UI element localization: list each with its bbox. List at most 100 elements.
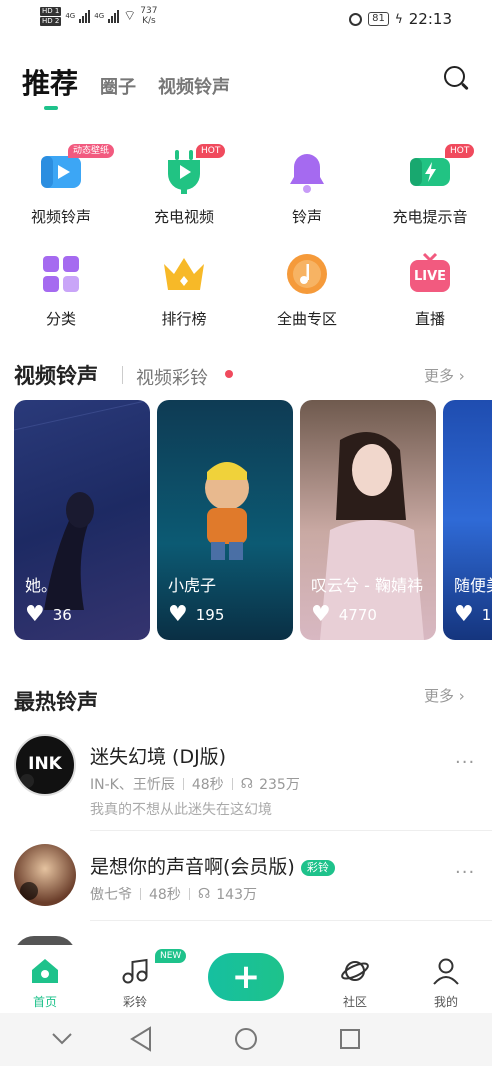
song-plays: 235万 — [259, 777, 300, 793]
signal-icon — [79, 9, 91, 23]
planet-icon — [341, 961, 369, 981]
card-likes: ♥ 1 — [454, 602, 492, 627]
grid-label: 直播 — [414, 310, 445, 328]
hd-indicator: HD 1 HD 2 — [40, 6, 62, 26]
grid-full-songs[interactable]: 全曲专区 — [252, 250, 362, 329]
card-caption: 随便美 — [454, 576, 492, 595]
song-cover: INK — [14, 734, 76, 796]
song-duration: 48秒 — [149, 887, 181, 903]
nav-mine[interactable]: 我的 — [416, 957, 476, 1010]
grid-charging-sound[interactable]: HOT 充电提示音 — [375, 144, 485, 227]
video-card[interactable]: 小虎子 ♥ 195 — [157, 400, 293, 640]
plus-icon: + — [231, 957, 261, 997]
nav-label: 社区 — [342, 995, 367, 1009]
heart-icon: ♥ — [454, 602, 474, 627]
nav-community[interactable]: 社区 — [325, 957, 385, 1010]
song-cover — [14, 844, 76, 906]
heart-icon: ♥ — [311, 602, 331, 627]
live-icon-text: LIVE — [413, 269, 447, 284]
nav-label: 我的 — [433, 995, 458, 1009]
more-video-link[interactable]: 更多 › — [424, 365, 465, 386]
heart-icon: ♥ — [25, 602, 45, 627]
category-icon — [37, 250, 85, 298]
nav-label: 彩铃 — [122, 995, 147, 1009]
hd1-label: HD 1 — [40, 6, 62, 16]
collapse-icon — [52, 1033, 72, 1045]
grid-video-ringtone[interactable]: 动态壁纸 视频铃声 — [6, 144, 116, 227]
song-artist: IN-K、王忻辰 — [90, 777, 175, 793]
grid-charging-video[interactable]: HOT 充电视频 — [129, 144, 239, 227]
music-notes-icon — [122, 958, 148, 984]
home-icon — [32, 959, 58, 983]
grid-live[interactable]: LIVE 直播 — [375, 250, 485, 329]
section-title-video-ringtone: 视频铃声 — [14, 364, 98, 388]
card-caption: 她。 — [25, 576, 58, 595]
tab-video-ringback[interactable]: 视频彩铃 — [136, 364, 208, 390]
card-likes: ♥ 36 — [25, 602, 72, 627]
network-speed: 737 K/s — [140, 6, 157, 26]
tab-recommend[interactable]: 推荐 — [22, 62, 78, 102]
wifi-icon: ⌔ — [123, 8, 137, 24]
battery-icon: 81 — [368, 12, 389, 26]
song-title-text: 是想你的声音啊(会员版) — [90, 856, 295, 878]
grid-ringtone[interactable]: 铃声 — [252, 148, 362, 227]
card-likes: ♥ 195 — [168, 604, 224, 626]
video-card[interactable]: 她。 ♥ 36 — [14, 400, 150, 640]
net1-label: 4G — [65, 12, 76, 20]
card-caption: 叹云兮 - 鞠婧祎 — [311, 576, 423, 595]
more-hot-link[interactable]: 更多 › — [424, 685, 465, 706]
song-row[interactable]: 是想你的声音啊(会员版) 彩铃 傲七爷 48秒 ☊ 143万 ··· — [0, 844, 492, 914]
net2-label: 4G — [94, 12, 105, 20]
card-likes: ♥ 4770 — [311, 602, 377, 627]
grid-category[interactable]: 分类 — [6, 250, 116, 329]
crown-icon — [160, 250, 208, 298]
more-options-icon[interactable]: ··· — [455, 862, 475, 883]
row-divider — [90, 830, 492, 831]
likes-count: 36 — [52, 606, 72, 624]
grid-label: 视频铃声 — [30, 208, 91, 226]
add-button[interactable]: + — [208, 953, 284, 1001]
grid-label: 分类 — [45, 310, 76, 328]
headphones-icon: ☊ — [240, 776, 254, 792]
nav-label: 首页 — [32, 995, 57, 1009]
song-row[interactable]: INK 迷失幻境 (DJ版) IN-K、王忻辰 48秒 ☊ 235万 我真的不想… — [0, 734, 492, 828]
user-icon — [433, 958, 459, 985]
new-dot — [225, 370, 233, 378]
video-card[interactable]: 叹云兮 - 鞠婧祎 ♥ 4770 — [300, 400, 436, 640]
song-plays: 143万 — [216, 887, 257, 903]
likes-count: 1 — [481, 606, 492, 624]
recents-icon — [340, 1029, 360, 1049]
cover-logo-text: INK — [28, 754, 62, 774]
home-button-icon — [235, 1028, 257, 1050]
bell-icon — [283, 148, 331, 196]
grid-label: 全曲专区 — [276, 310, 337, 328]
badge-live-wallpaper: 动态壁纸 — [68, 144, 115, 158]
song-lyric: 我真的不想从此迷失在这幻境 — [90, 802, 272, 818]
tab-circle[interactable]: 圈子 — [100, 73, 136, 99]
card-caption: 小虎子 — [168, 576, 217, 595]
top-tabs: 推荐 圈子 视频铃声 — [22, 62, 230, 102]
speed-value: 737 — [140, 6, 158, 16]
song-duration: 48秒 — [191, 777, 224, 793]
grid-ranking[interactable]: 排行榜 — [129, 250, 239, 329]
new-badge: NEW — [155, 949, 187, 963]
play-icon — [20, 774, 34, 788]
title-divider — [122, 366, 123, 384]
badge-hot: HOT — [196, 144, 226, 158]
grid-label: 充电视频 — [153, 208, 214, 226]
grid-label: 铃声 — [291, 208, 322, 226]
music-note-icon — [283, 250, 331, 298]
video-card[interactable]: 随便美 ♥1 — [443, 400, 492, 640]
more-options-icon[interactable]: ··· — [455, 752, 475, 773]
tab-video-ringtone[interactable]: 视频铃声 — [158, 73, 230, 99]
nav-home[interactable]: 首页 — [15, 957, 75, 1010]
likes-count: 4770 — [338, 606, 377, 624]
search-icon[interactable] — [444, 66, 470, 92]
ringback-tag: 彩铃 — [300, 859, 335, 876]
row-divider — [90, 920, 492, 921]
song-artist: 傲七爷 — [90, 887, 132, 903]
bottom-nav: 首页 彩铃 NEW + 社区 我的 — [0, 945, 492, 1013]
nav-ringback[interactable]: 彩铃 NEW — [105, 949, 187, 1010]
speed-unit: K/s — [142, 16, 156, 26]
grid-label: 排行榜 — [161, 310, 207, 328]
